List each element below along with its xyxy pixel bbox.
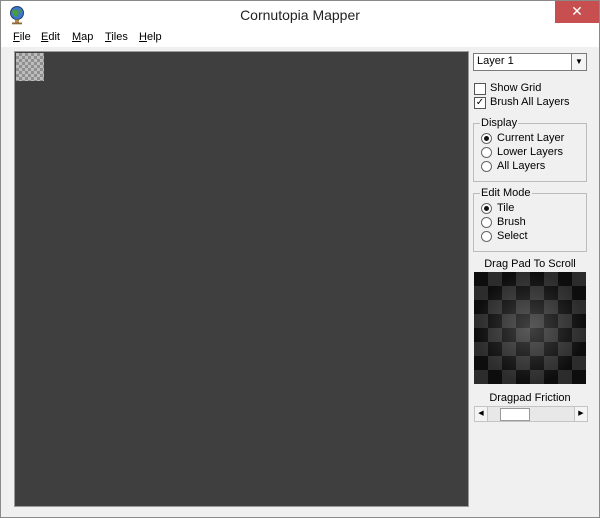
radio-dot-brush[interactable] (481, 217, 492, 228)
checkmark-icon[interactable]: ✓ (474, 97, 486, 109)
chevron-down-icon[interactable]: ▼ (571, 54, 586, 70)
menu-tiles[interactable]: Tiles (105, 31, 128, 43)
display-group: Display Current Layer Lower Layers All L… (473, 117, 587, 182)
radio-label-select: Select (497, 230, 528, 242)
edit-mode-legend: Edit Mode (480, 187, 532, 199)
menu-help[interactable]: Help (139, 31, 162, 43)
close-icon: ✕ (571, 3, 583, 19)
drag-pad[interactable] (474, 272, 586, 384)
brush-all-layers-label: Brush All Layers (490, 96, 570, 108)
menu-bar: File Edit Map Tiles Help (1, 29, 599, 47)
show-grid-box[interactable] (474, 83, 486, 95)
chevron-right-icon[interactable]: ▶ (574, 407, 587, 421)
map-canvas[interactable] (14, 51, 469, 507)
radio-dot-current-layer[interactable] (481, 133, 492, 144)
friction-caption: Dragpad Friction (489, 392, 571, 404)
radio-label-all-layers: All Layers (497, 160, 546, 172)
radio-label-current-layer: Current Layer (497, 132, 565, 144)
menu-file[interactable]: File (13, 31, 31, 43)
chevron-left-icon[interactable]: ◀ (475, 407, 488, 421)
radio-dot-all-layers[interactable] (481, 161, 492, 172)
edit-mode-group: Edit Mode Tile Brush Select (473, 187, 587, 252)
dragpad-caption: Drag Pad To Scroll (484, 258, 576, 270)
layer-select-value: Layer 1 (477, 55, 514, 67)
radio-label-tile: Tile (497, 202, 515, 214)
radio-label-brush: Brush (497, 216, 526, 228)
window-title: Cornutopia Mapper (240, 7, 360, 23)
layer-select[interactable]: Layer 1 ▼ (473, 53, 587, 71)
radio-dot-tile[interactable] (481, 203, 492, 214)
radio-label-lower-layers: Lower Layers (497, 146, 564, 158)
close-button[interactable]: ✕ (555, 1, 599, 23)
menu-edit[interactable]: Edit (41, 31, 60, 43)
selected-tile-preview[interactable] (16, 53, 44, 81)
show-grid-label: Show Grid (490, 82, 542, 94)
friction-slider[interactable]: ◀ ▶ (474, 406, 588, 422)
radio-dot-lower-layers[interactable] (481, 147, 492, 158)
display-legend: Display (480, 117, 519, 129)
friction-slider-thumb[interactable] (500, 408, 530, 421)
main-window: Cornutopia Mapper ✕ File Edit Map Tiles … (0, 0, 600, 518)
radio-dot-select[interactable] (481, 231, 492, 242)
menu-map[interactable]: Map (72, 31, 93, 43)
title-bar: Cornutopia Mapper ✕ (1, 1, 599, 29)
